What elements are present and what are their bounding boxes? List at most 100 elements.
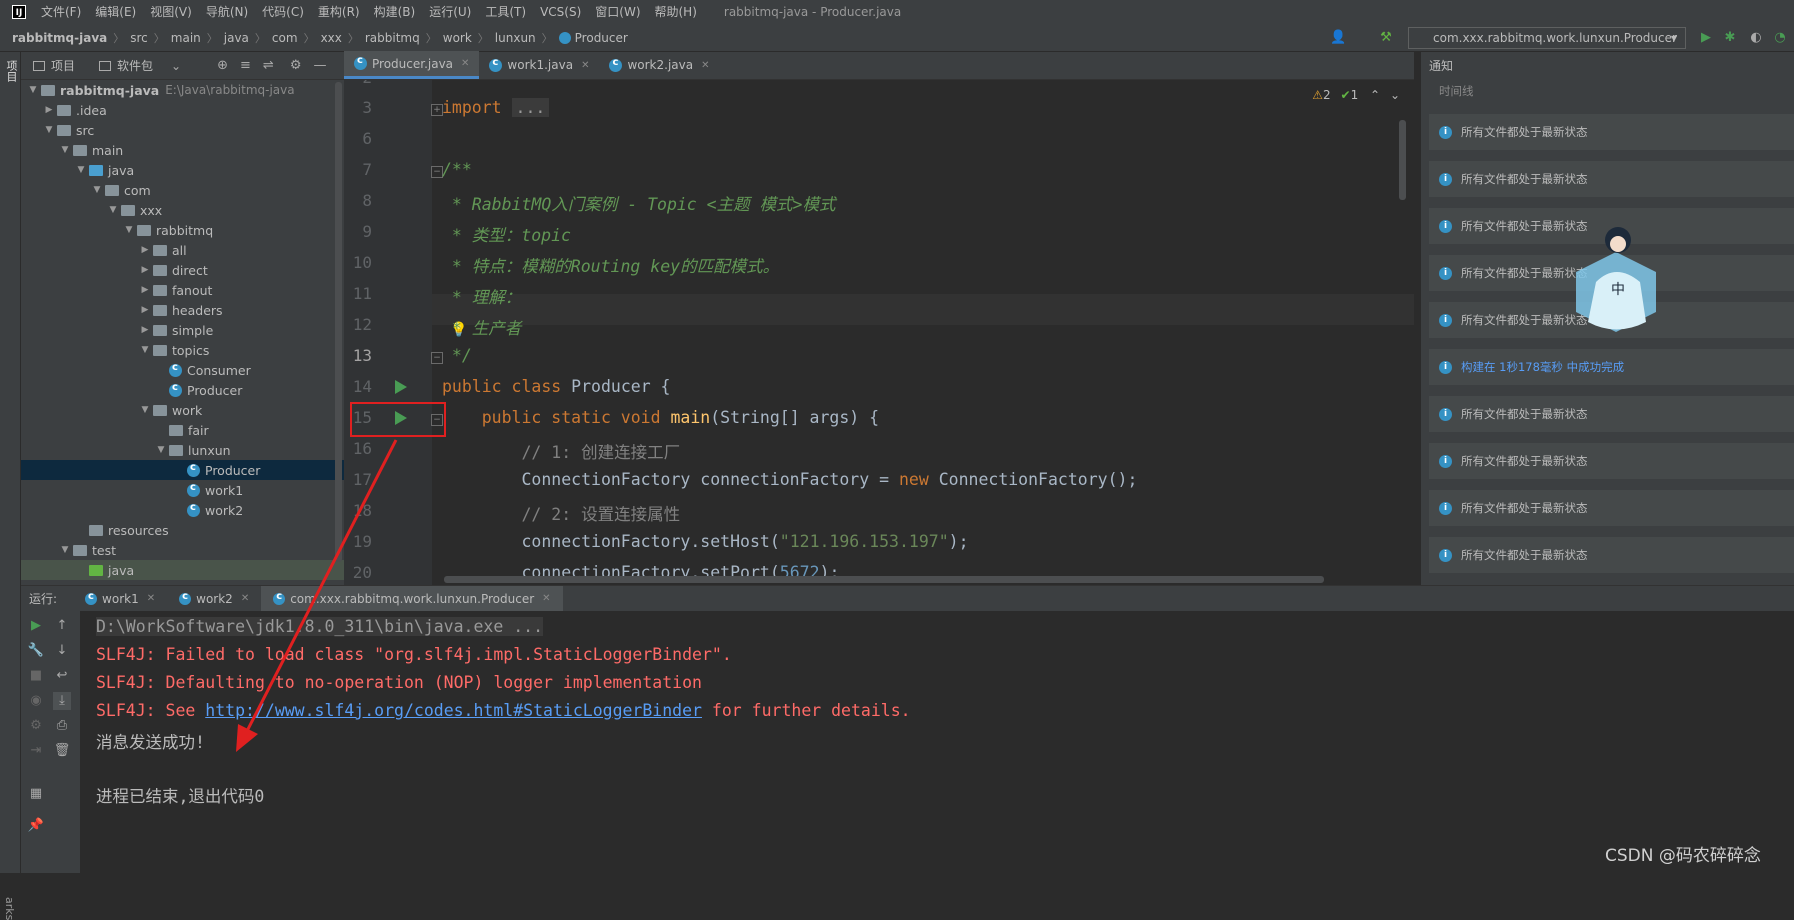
code-editor[interactable]: 2 3 6 7 8 9 10 11 12 13 14 15 16 17 18 1… — [344, 80, 1414, 585]
hide-panel-icon[interactable]: — — [313, 58, 326, 73]
notification-item[interactable]: i 所有文件都处于最新状态 — [1429, 490, 1794, 526]
breadcrumb-producer[interactable]: Producer — [575, 31, 628, 45]
breadcrumb-xxx[interactable]: xxx — [321, 31, 342, 45]
notification-item[interactable]: i 所有文件都处于最新状态 — [1429, 114, 1794, 150]
project-scrollbar[interactable] — [335, 82, 342, 562]
gear-icon[interactable]: ⚙ — [290, 58, 302, 73]
mascot-widget-icon[interactable]: 中 — [1556, 222, 1676, 342]
menu-code[interactable]: 代码(C) — [255, 0, 311, 24]
tree-item-test[interactable]: ▼ test — [21, 540, 344, 560]
tree-item-fair[interactable]: fair — [21, 420, 344, 440]
locate-icon[interactable]: ⊕ — [217, 58, 228, 73]
settings-icon[interactable]: ⚙ — [27, 717, 45, 735]
menu-build[interactable]: 构建(B) — [367, 0, 423, 24]
arrow-up-icon[interactable]: ↑ — [53, 617, 71, 635]
pin-icon[interactable]: 📌 — [27, 817, 45, 835]
breadcrumb-java[interactable]: java — [224, 31, 249, 45]
coverage-icon[interactable]: ◐ — [1748, 30, 1764, 46]
tree-item-all[interactable]: ▶ all — [21, 240, 344, 260]
inspection-widget[interactable]: ⚠2 ✔1 ⌃ ⌄ — [1312, 88, 1400, 102]
menu-file[interactable]: 文件(F) — [34, 0, 88, 24]
notification-item[interactable]: i 所有文件都处于最新状态 — [1429, 443, 1794, 479]
trash-icon[interactable]: 🗑 — [53, 742, 71, 760]
tree-item-java[interactable]: ▼ java — [21, 160, 344, 180]
tree-item-main[interactable]: ▼ main — [21, 140, 344, 160]
tree-item-lunxun[interactable]: ▼ lunxun — [21, 440, 344, 460]
arrow-down-icon[interactable]: ↓ — [53, 642, 71, 660]
run-tab-producer[interactable]: com.xxx.rabbitmq.work.lunxun.Producer✕ — [261, 585, 563, 612]
debug-icon[interactable]: ✱ — [1722, 30, 1738, 46]
menu-tools[interactable]: 工具(T) — [478, 0, 533, 24]
soft-wrap-icon[interactable]: ↩ — [53, 667, 71, 685]
tab-producer-java[interactable]: Producer.java✕ — [344, 51, 480, 79]
breadcrumb-lunxun[interactable]: lunxun — [495, 31, 536, 45]
tab-work1-java[interactable]: work1.java✕ — [479, 51, 599, 79]
rerun-icon[interactable]: ▶ — [27, 617, 45, 635]
menu-edit[interactable]: 编辑(E) — [88, 0, 143, 24]
console-link[interactable]: http://www.slf4j.org/codes.html#StaticLo… — [205, 701, 702, 720]
chevron-down-icon[interactable]: ⌄ — [171, 59, 181, 73]
expand-all-icon[interactable]: ≡ — [240, 58, 251, 73]
tree-item-topics[interactable]: ▼ topics — [21, 340, 344, 360]
tree-item-direct[interactable]: ▶ direct — [21, 260, 344, 280]
breadcrumb-src[interactable]: src — [130, 31, 148, 45]
menu-refactor[interactable]: 重构(R) — [311, 0, 367, 24]
project-view-tab[interactable]: 项目 — [33, 57, 75, 74]
menu-navigate[interactable]: 导航(N) — [199, 0, 255, 24]
collapse-all-icon[interactable]: ⇌ — [263, 58, 274, 73]
tree-item-xxx[interactable]: ▼ xxx — [21, 200, 344, 220]
menu-help[interactable]: 帮助(H) — [648, 0, 704, 24]
run-class-gutter-icon[interactable] — [395, 380, 407, 394]
scroll-to-end-icon[interactable]: ⤓ — [53, 692, 71, 710]
tree-item-test-java[interactable]: java — [21, 560, 344, 580]
project-tool-tab[interactable]: 项目 — [3, 60, 19, 82]
editor-horizontal-scrollbar[interactable] — [444, 576, 1324, 583]
build-hammer-icon[interactable]: ⚒ — [1378, 30, 1394, 46]
tree-item-topics-consumer[interactable]: Consumer — [21, 360, 344, 380]
bookmarks-tool-tab[interactable]: arks — [3, 897, 16, 920]
tree-item-resources[interactable]: resources — [21, 520, 344, 540]
console-output[interactable]: D:\WorkSoftware\jdk1.8.0_311\bin\java.ex… — [80, 611, 1794, 873]
layout-icon[interactable]: ▦ — [27, 785, 45, 803]
print-icon[interactable]: ⎙ — [53, 717, 71, 735]
tab-work2-java[interactable]: work2.java✕ — [599, 51, 719, 79]
notification-item[interactable]: i 所有文件都处于最新状态 — [1429, 537, 1794, 573]
tree-item-lunxun-producer[interactable]: Producer — [21, 460, 344, 480]
menu-window[interactable]: 窗口(W) — [588, 0, 647, 24]
tree-item-simple[interactable]: ▶ simple — [21, 320, 344, 340]
run-tab-work1[interactable]: work1✕ — [73, 586, 167, 612]
exit-icon[interactable]: ⇥ — [27, 742, 45, 760]
notification-build-success[interactable]: i 构建在 1秒178毫秒 中成功完成 — [1429, 349, 1794, 385]
tree-item-idea[interactable]: ▶ .idea — [21, 100, 344, 120]
tree-item-rabbitmq[interactable]: ▼ rabbitmq — [21, 220, 344, 240]
user-icon[interactable]: 👤 — [1330, 30, 1346, 46]
tree-item-src[interactable]: ▼ src — [21, 120, 344, 140]
breadcrumb-work[interactable]: work — [443, 31, 472, 45]
menu-vcs[interactable]: VCS(S) — [533, 0, 588, 24]
menu-run[interactable]: 运行(U) — [422, 0, 478, 24]
profile-icon[interactable]: ◔ — [1772, 30, 1788, 46]
stop-icon[interactable]: ■ — [27, 667, 45, 685]
run-tab-work2[interactable]: work2✕ — [167, 586, 261, 612]
notification-item[interactable]: i 所有文件都处于最新状态 — [1429, 396, 1794, 432]
tree-item-com[interactable]: ▼ com — [21, 180, 344, 200]
tree-item-fanout[interactable]: ▶ fanout — [21, 280, 344, 300]
wrench-icon[interactable]: 🔧 — [27, 642, 45, 660]
menu-view[interactable]: 视图(V) — [143, 0, 199, 24]
editor-vertical-scrollbar[interactable] — [1399, 120, 1406, 200]
camera-icon[interactable]: ◉ — [27, 692, 45, 710]
run-icon[interactable]: ▶ — [1698, 30, 1714, 46]
tree-item-topics-producer[interactable]: Producer — [21, 380, 344, 400]
tree-item-work2[interactable]: work2 — [21, 500, 344, 520]
notification-item[interactable]: i 所有文件都处于最新状态 — [1429, 161, 1794, 197]
breadcrumb-rabbitmq[interactable]: rabbitmq — [365, 31, 420, 45]
tree-item-work1[interactable]: work1 — [21, 480, 344, 500]
run-configuration-select[interactable]: com.xxx.rabbitmq.work.lunxun.Producer — [1408, 27, 1686, 49]
tree-item-root[interactable]: ▼ rabbitmq-java E:\Java\rabbitmq-java — [21, 80, 344, 100]
tree-item-work[interactable]: ▼ work — [21, 400, 344, 420]
packages-view-tab[interactable]: 软件包 ⌄ — [99, 57, 181, 74]
tree-item-headers[interactable]: ▶ headers — [21, 300, 344, 320]
breadcrumb-project[interactable]: rabbitmq-java — [12, 31, 107, 45]
breadcrumb-com[interactable]: com — [272, 31, 298, 45]
breadcrumb-main[interactable]: main — [171, 31, 201, 45]
